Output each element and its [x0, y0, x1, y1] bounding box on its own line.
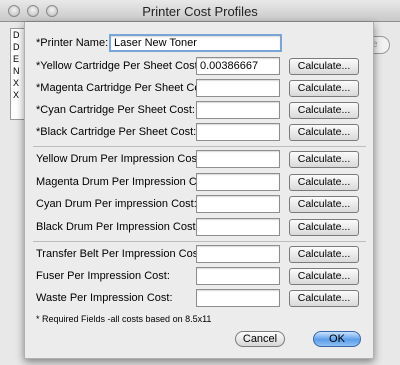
calculate-button[interactable]: Calculate...: [289, 102, 359, 119]
printer-name-row: *Printer Name:: [25, 34, 375, 54]
calculate-button[interactable]: Calculate...: [289, 80, 359, 97]
yellow-cartridge-cost-field[interactable]: [196, 57, 280, 75]
cost-row-fuser: Fuser Per Impression Cost: Calculate...: [25, 267, 375, 287]
cost-row-yellow-cartridge: *Yellow Cartridge Per Sheet Cost: Calcul…: [25, 57, 375, 77]
field-label: Yellow Drum Per Impression Cost:: [36, 153, 204, 165]
fuser-cost-field[interactable]: [196, 267, 280, 285]
calculate-button[interactable]: Calculate...: [289, 151, 359, 168]
calculate-button[interactable]: Calculate...: [289, 174, 359, 191]
cost-row-magenta-cartridge: *Magenta Cartridge Per Sheet Cost: Calcu…: [25, 79, 375, 99]
field-label: Fuser Per Impression Cost:: [36, 270, 170, 282]
cyan-drum-cost-field[interactable]: [196, 195, 280, 213]
cancel-button[interactable]: Cancel: [235, 331, 285, 347]
cost-row-black-drum: Black Drum Per Impression Cost: Calculat…: [25, 218, 375, 238]
cost-row-yellow-drum: Yellow Drum Per Impression Cost: Calcula…: [25, 150, 375, 170]
calculate-button[interactable]: Calculate...: [289, 196, 359, 213]
cyan-cartridge-cost-field[interactable]: [196, 101, 280, 119]
calculate-button[interactable]: Calculate...: [289, 268, 359, 285]
field-label: Black Drum Per Impression Cost:: [36, 221, 199, 233]
field-label: Magenta Drum Per Impression Cost:: [36, 176, 215, 188]
calculate-button[interactable]: Calculate...: [289, 58, 359, 75]
separator: [33, 146, 366, 147]
field-label: Transfer Belt Per Impression Cost:: [36, 248, 205, 260]
separator: [33, 241, 366, 242]
waste-cost-field[interactable]: [196, 289, 280, 307]
field-label: *Yellow Cartridge Per Sheet Cost:: [36, 60, 201, 72]
printer-cost-sheet: *Printer Name: *Yellow Cartridge Per She…: [24, 22, 374, 359]
calculate-button[interactable]: Calculate...: [289, 246, 359, 263]
yellow-drum-cost-field[interactable]: [196, 150, 280, 168]
calculate-button[interactable]: Calculate...: [289, 219, 359, 236]
cost-row-transfer-belt: Transfer Belt Per Impression Cost: Calcu…: [25, 245, 375, 265]
calculate-button[interactable]: Calculate...: [289, 124, 359, 141]
window-title: Printer Cost Profiles: [142, 4, 258, 19]
cost-row-black-cartridge: *Black Cartridge Per Sheet Cost: Calcula…: [25, 123, 375, 143]
black-cartridge-cost-field[interactable]: [196, 123, 280, 141]
required-fields-note: * Required Fields -all costs based on 8.…: [36, 314, 212, 324]
black-drum-cost-field[interactable]: [196, 218, 280, 236]
printer-name-label: *Printer Name:: [36, 37, 109, 49]
printer-name-field[interactable]: [109, 34, 282, 52]
magenta-drum-cost-field[interactable]: [196, 173, 280, 191]
calculate-button[interactable]: Calculate...: [289, 290, 359, 307]
ok-button[interactable]: OK: [313, 331, 361, 347]
field-label: *Magenta Cartridge Per Sheet Cost:: [36, 82, 213, 94]
field-label: Cyan Drum Per impression Cost:: [36, 198, 197, 210]
field-label: *Cyan Cartridge Per Sheet Cost:: [36, 104, 195, 116]
title-bar: Printer Cost Profiles: [0, 0, 400, 22]
transfer-belt-cost-field[interactable]: [196, 245, 280, 263]
cost-row-cyan-drum: Cyan Drum Per impression Cost: Calculate…: [25, 195, 375, 215]
magenta-cartridge-cost-field[interactable]: [196, 79, 280, 97]
field-label: Waste Per Impression Cost:: [36, 292, 173, 304]
cost-row-magenta-drum: Magenta Drum Per Impression Cost: Calcul…: [25, 173, 375, 193]
cost-row-cyan-cartridge: *Cyan Cartridge Per Sheet Cost: Calculat…: [25, 101, 375, 121]
field-label: *Black Cartridge Per Sheet Cost:: [36, 126, 197, 138]
cost-row-waste: Waste Per Impression Cost: Calculate...: [25, 289, 375, 309]
